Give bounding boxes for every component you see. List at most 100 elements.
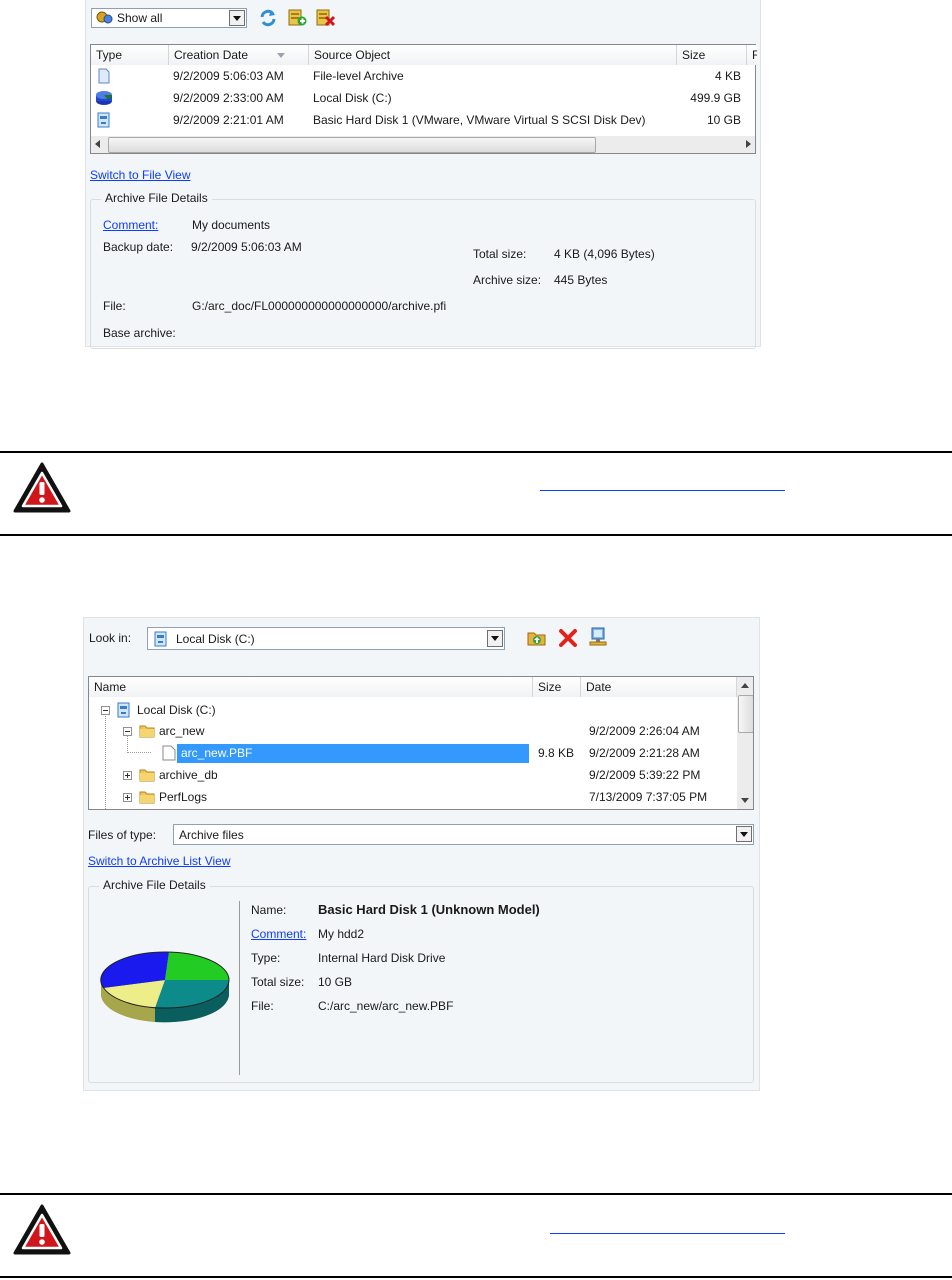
- scroll-down-icon[interactable]: [741, 798, 749, 803]
- file-label: File:: [251, 999, 274, 1013]
- tree-item-label: Local Disk (C:): [137, 703, 216, 717]
- disk-usage-pie-icon: [100, 951, 230, 1023]
- column-header-size[interactable]: Size: [533, 677, 581, 697]
- archive-list-panel: Show all Type Creation Date Source Objec…: [85, 0, 761, 349]
- tree-row-local-disk[interactable]: Local Disk (C:): [89, 699, 737, 721]
- file-icon: [162, 745, 176, 761]
- file-value: G:/arc_doc/FL000000000000000000/archive.…: [192, 299, 447, 313]
- delete-icon[interactable]: [558, 628, 578, 648]
- expand-icon[interactable]: [123, 771, 132, 780]
- scroll-left-icon[interactable]: [95, 140, 100, 148]
- column-header-type[interactable]: Type: [91, 45, 169, 65]
- tree-item-label: arc_new: [159, 724, 205, 738]
- details-divider: [239, 901, 240, 1075]
- switch-to-file-view-link[interactable]: Switch to File View: [90, 168, 190, 182]
- column-header-date[interactable]: Date: [581, 677, 737, 697]
- folder-icon: [139, 791, 155, 804]
- backup-date-label: Backup date:: [103, 240, 174, 254]
- comment-value: My documents: [192, 218, 271, 232]
- warning-link[interactable]: [550, 1233, 785, 1234]
- warning-top-rule: [0, 451, 952, 453]
- comment-value: My hdd2: [318, 927, 365, 941]
- warning-icon: [13, 462, 71, 513]
- total-size-value: 4 KB (4,096 Bytes): [554, 247, 655, 261]
- total-size-value: 10 GB: [318, 975, 353, 989]
- local-disk-icon: [96, 91, 113, 105]
- folder-icon: [139, 725, 155, 738]
- row-date: 9/2/2009 2:33:00 AM: [173, 91, 284, 105]
- refresh-icon[interactable]: [258, 8, 278, 28]
- sort-arrow-icon: [277, 53, 285, 58]
- row-date: 9/2/2009 5:06:03 AM: [173, 69, 284, 83]
- expand-icon[interactable]: [123, 793, 132, 802]
- type-value: Internal Hard Disk Drive: [318, 951, 446, 965]
- tree-row-perflogs[interactable]: PerfLogs 7/13/2009 7:37:05 PM: [89, 787, 737, 809]
- name-value: Basic Hard Disk 1 (Unknown Model): [318, 902, 540, 917]
- switch-to-archive-list-link[interactable]: Switch to Archive List View: [88, 854, 231, 868]
- network-computer-icon[interactable]: [588, 627, 608, 649]
- archive-file-details-title: Archive File Details: [99, 878, 210, 892]
- chevron-down-icon[interactable]: [229, 10, 245, 26]
- archive-file-details-group: Archive File Details Name: Basic Hard Di…: [88, 878, 754, 1083]
- tree-row-arc-new[interactable]: arc_new 9/2/2009 2:26:04 AM: [89, 721, 737, 743]
- archive-file-details-group: Archive File Details Comment: My documen…: [90, 191, 756, 349]
- table-row[interactable]: 9/2/2009 5:06:03 AM File-level Archive 4…: [91, 67, 755, 85]
- collapse-icon[interactable]: [101, 706, 110, 715]
- column-header-f[interactable]: F: [747, 45, 757, 65]
- comment-link[interactable]: Comment:: [251, 927, 306, 941]
- vertical-scrollbar[interactable]: [737, 677, 753, 809]
- warning-icon: [13, 1204, 71, 1255]
- comment-link[interactable]: Comment:: [103, 218, 158, 232]
- column-header-source-object[interactable]: Source Object: [309, 45, 677, 65]
- files-of-type-value: Archive files: [179, 828, 244, 842]
- scrollbar-thumb[interactable]: [108, 137, 596, 153]
- chevron-down-icon[interactable]: [487, 630, 503, 647]
- archive-file-details-title: Archive File Details: [101, 191, 212, 205]
- backup-date-value: 9/2/2009 5:06:03 AM: [191, 240, 302, 254]
- column-header-size[interactable]: Size: [677, 45, 747, 65]
- warning-bottom-rule: [0, 534, 952, 536]
- warning-top-rule: [0, 1193, 952, 1195]
- horizontal-scrollbar[interactable]: [91, 136, 755, 153]
- hard-disk-icon: [154, 631, 167, 647]
- warning-link[interactable]: [540, 490, 785, 491]
- folder-up-icon[interactable]: [527, 628, 547, 648]
- tree-item-size: 9.8 KB: [538, 746, 575, 760]
- look-in-label: Look in:: [89, 631, 132, 645]
- table-row[interactable]: 9/2/2009 2:21:01 AM Basic Hard Disk 1 (V…: [91, 111, 755, 129]
- tree-row-arc-new-pbf[interactable]: arc_new.PBF 9.8 KB 9/2/2009 2:21:28 AM: [89, 743, 737, 765]
- name-label: Name:: [251, 903, 287, 917]
- column-header-name[interactable]: Name: [89, 677, 533, 697]
- archive-size-value: 445 Bytes: [554, 273, 608, 287]
- file-tree[interactable]: Name Size Date Local Disk (C:) arc_new 9: [88, 676, 754, 810]
- tree-row-archive-db[interactable]: archive_db 9/2/2009 5:39:22 PM: [89, 765, 737, 787]
- scroll-up-icon[interactable]: [741, 683, 749, 688]
- tree-item-date: 7/13/2009 7:37:05 PM: [589, 790, 708, 804]
- row-source: Basic Hard Disk 1 (VMware, VMware Virtua…: [313, 113, 646, 127]
- look-in-combo[interactable]: Local Disk (C:): [147, 627, 505, 650]
- file-archive-icon: [98, 68, 110, 84]
- scroll-right-icon[interactable]: [746, 140, 751, 148]
- tree-item-date: 9/2/2009 2:21:28 AM: [589, 746, 700, 760]
- file-view-panel: Look in: Local Disk (C:) Name Size Date: [83, 617, 760, 1091]
- show-filter-value: Show all: [117, 11, 163, 25]
- row-date: 9/2/2009 2:21:01 AM: [173, 113, 284, 127]
- delete-archive-icon[interactable]: [315, 7, 335, 27]
- tree-item-label: arc_new.PBF: [181, 746, 253, 760]
- show-filter-combo[interactable]: Show all: [91, 8, 247, 28]
- files-of-type-combo[interactable]: Archive files: [173, 824, 754, 845]
- add-archive-icon[interactable]: [287, 7, 307, 27]
- chevron-down-icon[interactable]: [736, 826, 752, 842]
- scrollbar-thumb[interactable]: [738, 695, 753, 733]
- folder-icon: [139, 769, 155, 782]
- collapse-icon[interactable]: [123, 727, 132, 736]
- filter-icon: [96, 11, 113, 24]
- archive-list[interactable]: Type Creation Date Source Object Size F …: [90, 44, 757, 154]
- table-row[interactable]: 9/2/2009 2:33:00 AM Local Disk (C:) 499.…: [91, 89, 755, 107]
- tree-item-label: PerfLogs: [159, 790, 208, 804]
- type-label: Type:: [251, 951, 281, 965]
- warning-bottom-rule: [0, 1276, 952, 1278]
- column-header-creation-date-label: Creation Date: [174, 48, 249, 62]
- column-header-creation-date[interactable]: Creation Date: [169, 45, 309, 65]
- look-in-value: Local Disk (C:): [176, 632, 255, 646]
